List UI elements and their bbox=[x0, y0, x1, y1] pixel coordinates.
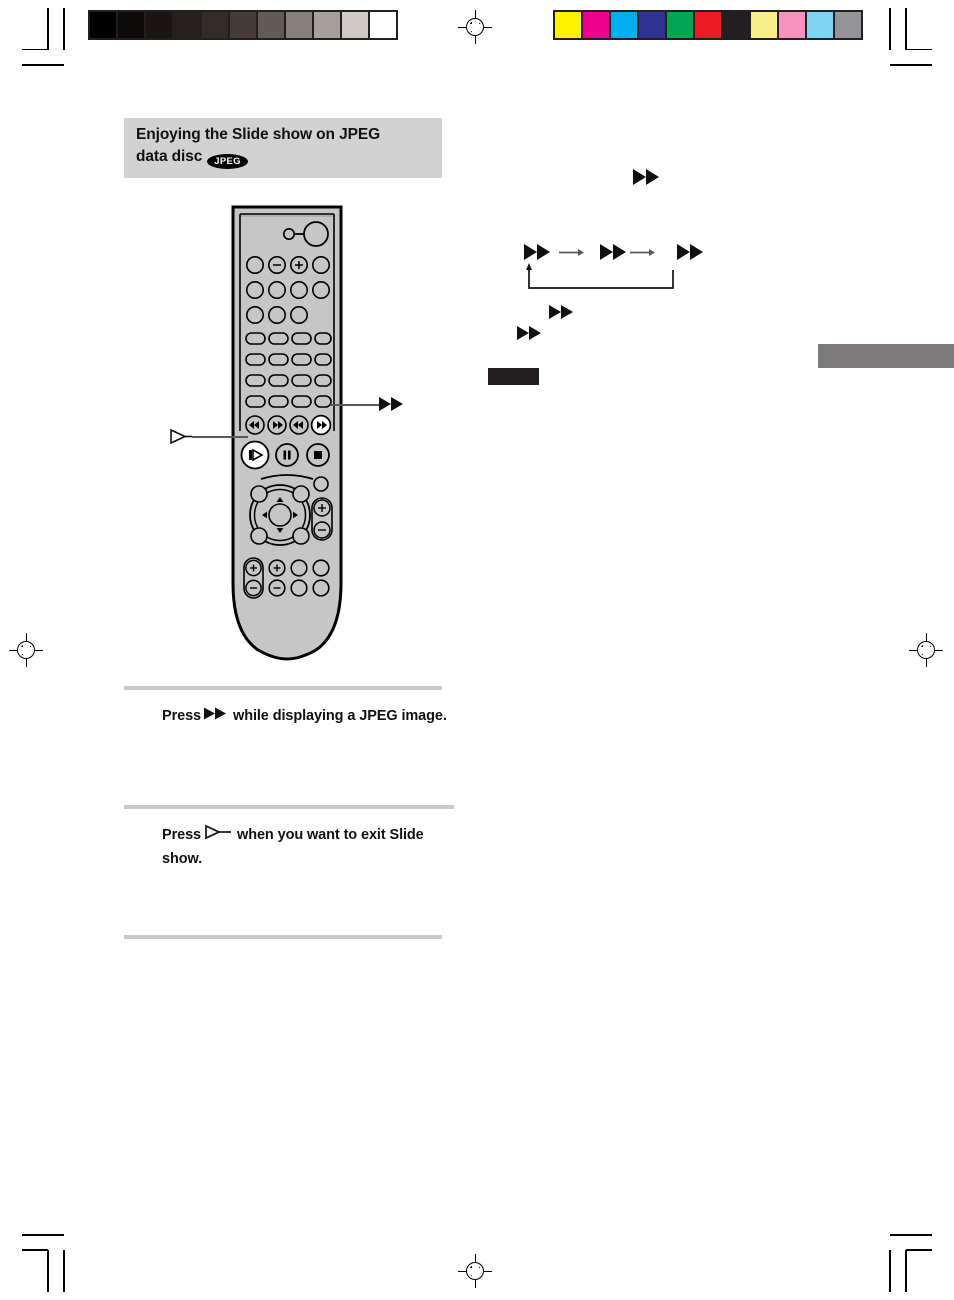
step-2-prefix: Press bbox=[162, 827, 202, 843]
grayscale-patch bbox=[258, 12, 284, 38]
grayscale-patch bbox=[202, 12, 228, 38]
grayscale-patch bbox=[342, 12, 368, 38]
color-patch bbox=[555, 12, 581, 38]
color-calibration-strip bbox=[553, 10, 863, 40]
fast-forward-callout-line bbox=[330, 404, 382, 406]
section-edge-tab bbox=[818, 344, 954, 368]
step-1-prefix: Press bbox=[162, 708, 202, 724]
color-patch bbox=[807, 12, 833, 38]
grayscale-patch bbox=[370, 12, 396, 38]
color-patch bbox=[723, 12, 749, 38]
mode-cycle-diagram bbox=[520, 240, 730, 305]
registration-mark-top bbox=[458, 10, 492, 44]
play-callout-line bbox=[192, 436, 248, 438]
color-patch bbox=[779, 12, 805, 38]
play-outline-callout-icon bbox=[168, 426, 194, 446]
grayscale-patch bbox=[286, 12, 312, 38]
color-patch bbox=[583, 12, 609, 38]
note-marker-box bbox=[488, 368, 539, 385]
step-2-text: Press when you want to exit Slide show. bbox=[162, 824, 462, 871]
jpeg-format-badge: JPEG bbox=[207, 154, 248, 169]
diagram-fast-forward-icon-top bbox=[632, 166, 664, 188]
grayscale-patch bbox=[314, 12, 340, 38]
page-title-line1: Enjoying the Slide show on JPEG bbox=[136, 126, 381, 143]
diagram-fast-forward-icon-mid bbox=[548, 302, 578, 322]
grayscale-patch bbox=[118, 12, 144, 38]
grayscale-patch bbox=[230, 12, 256, 38]
color-patch bbox=[835, 12, 861, 38]
page-title-line2: data disc bbox=[136, 148, 203, 165]
fast-forward-callout-icon bbox=[378, 394, 408, 414]
diagram-fast-forward-icon-low bbox=[516, 323, 546, 343]
grayscale-patch bbox=[174, 12, 200, 38]
step-2-body: when you want to exit Slide show. bbox=[162, 827, 424, 867]
registration-mark-left bbox=[9, 633, 43, 667]
color-patch bbox=[751, 12, 777, 38]
color-patch bbox=[667, 12, 693, 38]
remote-control-illustration bbox=[228, 203, 346, 661]
grayscale-patch bbox=[146, 12, 172, 38]
registration-mark-right bbox=[909, 633, 943, 667]
color-patch bbox=[611, 12, 637, 38]
page-title: Enjoying the Slide show on JPEG data dis… bbox=[136, 124, 436, 169]
section-heading-box: Enjoying the Slide show on JPEG data dis… bbox=[124, 118, 442, 178]
step-1-fast-forward-icon bbox=[203, 706, 231, 729]
step-1-text: Press while displaying a JPEG image. bbox=[162, 705, 452, 729]
color-patch bbox=[639, 12, 665, 38]
step-2-play-outline-icon bbox=[204, 824, 234, 848]
step-1-body: while displaying a JPEG image. bbox=[233, 708, 447, 724]
registration-mark-bottom bbox=[458, 1254, 492, 1288]
step-2-divider-top bbox=[124, 805, 454, 809]
grayscale-calibration-strip bbox=[88, 10, 398, 40]
grayscale-patch bbox=[90, 12, 116, 38]
step-1-divider-top bbox=[124, 686, 442, 690]
section-divider-bottom bbox=[124, 935, 442, 939]
color-patch bbox=[695, 12, 721, 38]
